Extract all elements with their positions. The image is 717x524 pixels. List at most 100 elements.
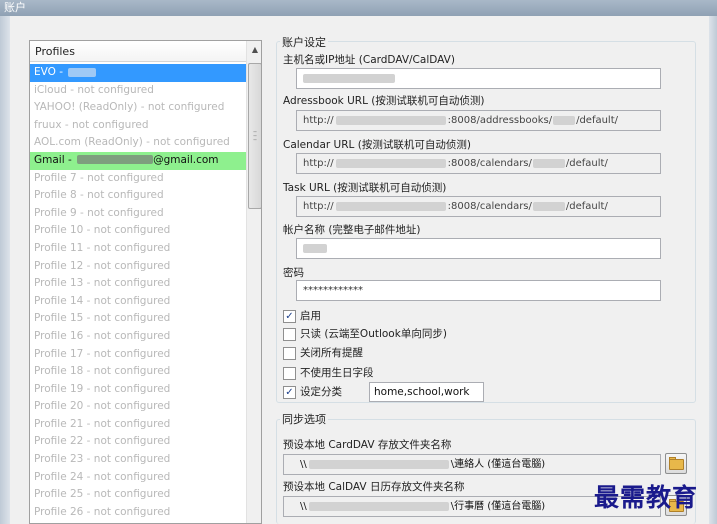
password-input[interactable]: ************ bbox=[296, 280, 661, 301]
profile-list-item[interactable]: Profile 10 - not configured bbox=[30, 222, 246, 240]
profiles-list-items: EVO - iCloud - not configured YAHOO! (Rea… bbox=[30, 64, 246, 521]
set-categories-label: 设定分类 bbox=[300, 386, 342, 398]
disable-reminders-checkbox-row[interactable]: 关闭所有提醒 bbox=[283, 346, 363, 361]
carddav-browse-button[interactable] bbox=[665, 453, 687, 474]
profile-label: Profile 8 - not configured bbox=[34, 189, 164, 202]
calendar-url-label: Calendar URL (按测试联机可自动侦测) bbox=[283, 139, 471, 151]
profile-list-item[interactable]: Profile 15 - not configured bbox=[30, 310, 246, 328]
profile-list-item[interactable]: Profile 21 - not configured bbox=[30, 416, 246, 434]
profile-list-item[interactable]: Profile 9 - not configured bbox=[30, 205, 246, 223]
profiles-scrollbar[interactable]: ▲ – – – bbox=[246, 41, 261, 523]
profile-label: Profile 18 - not configured bbox=[34, 365, 171, 378]
profile-list-item[interactable]: Profile 14 - not configured bbox=[30, 293, 246, 311]
redacted-host bbox=[303, 73, 395, 83]
profile-list-item[interactable]: AOL.com (ReadOnly) - not configured bbox=[30, 134, 246, 152]
redacted-user bbox=[553, 115, 576, 125]
profile-list-item[interactable]: Profile 19 - not configured bbox=[30, 381, 246, 399]
account-name-input[interactable] bbox=[296, 238, 661, 259]
profile-list-item[interactable]: Profile 12 - not configured bbox=[30, 258, 246, 276]
profile-label: Gmail - bbox=[34, 153, 76, 166]
calendar-url-field[interactable]: http://:8008/calendars/ /default/ bbox=[296, 153, 661, 174]
host-label: 主机名或IP地址 (CardDAV/CalDAV) bbox=[283, 54, 455, 66]
profile-list-item[interactable]: Profile 17 - not configured bbox=[30, 346, 246, 364]
profile-label: Profile 17 - not configured bbox=[34, 347, 171, 360]
disable-reminders-label: 关闭所有提醒 bbox=[300, 347, 363, 359]
profile-label: iCloud - not configured bbox=[34, 83, 154, 96]
task-url-tail: /default/ bbox=[565, 201, 608, 212]
profile-label: Profile 14 - not configured bbox=[34, 294, 171, 307]
readonly-checkbox[interactable] bbox=[283, 328, 296, 341]
profile-list-item[interactable]: iCloud - not configured bbox=[30, 82, 246, 100]
profile-list-item[interactable]: fruux - not configured bbox=[30, 117, 246, 135]
profile-label: YAHOO! (ReadOnly) - not configured bbox=[34, 101, 225, 114]
profile-list-item[interactable]: EVO - bbox=[30, 64, 246, 82]
profile-list-item[interactable]: Profile 25 - not configured bbox=[30, 486, 246, 504]
redacted-path bbox=[308, 501, 449, 511]
profile-list-item[interactable]: Profile 20 - not configured bbox=[30, 398, 246, 416]
account-settings-title: 账户设定 bbox=[280, 34, 328, 50]
watermark: 最需教育 bbox=[594, 483, 699, 512]
scroll-thumb[interactable]: – – – bbox=[248, 63, 261, 209]
categories-input[interactable]: home,school,work bbox=[369, 382, 484, 402]
profile-label: AOL.com (ReadOnly) - not configured bbox=[34, 136, 230, 149]
redacted-text bbox=[77, 155, 154, 165]
profile-label: Profile 15 - not configured bbox=[34, 312, 171, 325]
readonly-checkbox-row[interactable]: 只读 (云端至Outlook单向同步) bbox=[283, 327, 447, 342]
caldav-folder-suffix: \行事曆 (僅這台電腦) bbox=[450, 501, 546, 512]
profile-label: Profile 11 - not configured bbox=[34, 241, 171, 254]
account-name-label: 帐户名称 (完整电子邮件地址) bbox=[283, 224, 421, 236]
redacted-path bbox=[308, 459, 449, 469]
no-birthday-checkbox-row[interactable]: 不使用生日字段 bbox=[283, 366, 374, 381]
redacted-server bbox=[335, 201, 446, 211]
carddav-folder-field[interactable]: \\ \連絡人 (僅這台電腦) bbox=[283, 454, 661, 475]
profile-list-item[interactable]: YAHOO! (ReadOnly) - not configured bbox=[30, 99, 246, 117]
profile-list-item[interactable]: Profile 11 - not configured bbox=[30, 240, 246, 258]
profile-list-item[interactable]: Profile 18 - not configured bbox=[30, 363, 246, 381]
enable-label: 启用 bbox=[300, 310, 321, 322]
profile-list-item[interactable]: Profile 16 - not configured bbox=[30, 328, 246, 346]
task-url-field[interactable]: http://:8008/calendars/ /default/ bbox=[296, 196, 661, 217]
profile-list-item[interactable]: Profile 13 - not configured bbox=[30, 275, 246, 293]
profiles-list-header[interactable]: Profiles bbox=[30, 41, 261, 62]
addressbook-url-field[interactable]: http://:8008/addressbooks/ /default/ bbox=[296, 110, 661, 131]
profile-list-item[interactable]: Profile 23 - not configured bbox=[30, 451, 246, 469]
no-birthday-label: 不使用生日字段 bbox=[300, 367, 374, 379]
profile-list-item[interactable]: Profile 8 - not configured bbox=[30, 187, 246, 205]
profile-list-item[interactable]: Profile 22 - not configured bbox=[30, 433, 246, 451]
profile-list-item[interactable]: Profile 24 - not configured bbox=[30, 469, 246, 487]
profile-label: Profile 7 - not configured bbox=[34, 171, 164, 184]
calendar-url-suffix: :8008/calendars/ bbox=[447, 158, 532, 169]
set-categories-checkbox-row[interactable]: ✓ 设定分类 bbox=[283, 385, 342, 400]
profile-label: Profile 25 - not configured bbox=[34, 488, 171, 501]
set-categories-checkbox[interactable]: ✓ bbox=[283, 386, 296, 399]
profile-label: Profile 23 - not configured bbox=[34, 453, 171, 466]
profile-list-item[interactable]: Profile 7 - not configured bbox=[30, 170, 246, 188]
enable-checkbox[interactable]: ✓ bbox=[283, 310, 296, 323]
disable-reminders-checkbox[interactable] bbox=[283, 347, 296, 360]
profile-label: Profile 16 - not configured bbox=[34, 329, 171, 342]
task-url-label: Task URL (按测试联机可自动侦测) bbox=[283, 182, 447, 194]
no-birthday-checkbox[interactable] bbox=[283, 367, 296, 380]
enable-checkbox-row[interactable]: ✓ 启用 bbox=[283, 309, 321, 324]
sync-options-title: 同步选项 bbox=[280, 411, 328, 427]
addressbook-url-suffix: :8008/addressbooks/ bbox=[447, 115, 553, 126]
profile-label: Profile 13 - not configured bbox=[34, 277, 171, 290]
profile-list-item[interactable]: Gmail - @gmail.com bbox=[30, 151, 246, 170]
carddav-folder-label: 预设本地 CardDAV 存放文件夹名称 bbox=[283, 439, 452, 451]
carddav-folder-prefix: \\ bbox=[300, 459, 307, 470]
profiles-list[interactable]: Profiles EVO - iCloud - not configured YA… bbox=[29, 40, 262, 524]
profile-label: Profile 22 - not configured bbox=[34, 435, 171, 448]
profile-label: Profile 26 - not configured bbox=[34, 505, 171, 518]
scroll-up-arrow-icon[interactable]: ▲ bbox=[247, 43, 261, 57]
readonly-label: 只读 (云端至Outlook单向同步) bbox=[300, 328, 447, 340]
folder-icon bbox=[669, 459, 684, 470]
profile-label: Profile 21 - not configured bbox=[34, 417, 171, 430]
host-input[interactable] bbox=[296, 68, 661, 89]
profile-label: Profile 24 - not configured bbox=[34, 470, 171, 483]
categories-value: home,school,work bbox=[374, 386, 470, 398]
redacted-account bbox=[303, 243, 327, 253]
profile-label: Profile 12 - not configured bbox=[34, 259, 171, 272]
profile-label: EVO - bbox=[34, 66, 67, 78]
addressbook-url-prefix: http:// bbox=[303, 115, 334, 126]
profile-list-item[interactable]: Profile 26 - not configured bbox=[30, 504, 246, 522]
